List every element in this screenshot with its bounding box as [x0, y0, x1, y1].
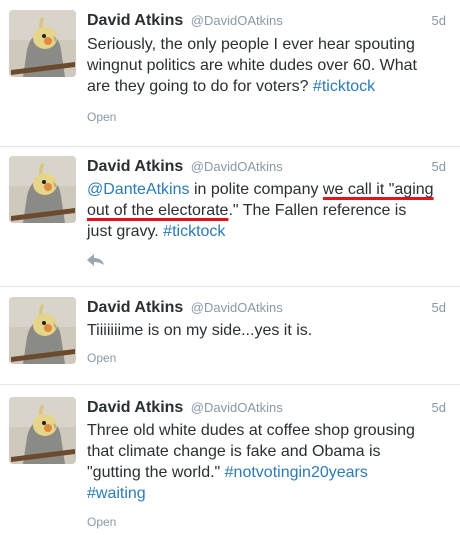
timestamp[interactable]: 5d [432, 159, 446, 174]
text-span: "gutting the world." [87, 464, 225, 481]
tweet[interactable]: David Atkins @DavidOAtkins 5d Seriously,… [0, 0, 460, 146]
tweet-text-line: #waiting [87, 483, 427, 504]
reply-icon[interactable] [87, 254, 105, 266]
username[interactable]: @DavidOAtkins [191, 400, 283, 415]
open-link[interactable]: Open [87, 110, 116, 124]
text-span: in polite company [189, 181, 323, 198]
tweet-header: David Atkins @DavidOAtkins 5d [87, 158, 446, 178]
hashtag-link[interactable]: #notvotingin20years [225, 464, 368, 481]
avatar[interactable] [9, 397, 76, 464]
username[interactable]: @DavidOAtkins [191, 300, 283, 315]
tweet-text: Seriously, the only people I ever hear s… [87, 34, 427, 97]
open-link[interactable]: Open [87, 515, 116, 529]
text-span: Tiiiiiiime is on my side...yes it is. [87, 322, 313, 339]
tweet-text: Three old white dudes at coffee shop gro… [87, 420, 427, 504]
text-span: Three old white dudes at coffee shop gro… [87, 422, 415, 439]
hashtag-link[interactable]: #ticktock [163, 223, 225, 240]
tweet-header: David Atkins @DavidOAtkins 5d [87, 399, 446, 419]
fullname[interactable]: David Atkins [87, 12, 183, 29]
tweet-text-line: wingnut politics are white dudes over 60… [87, 55, 427, 76]
hashtag-link[interactable]: #waiting [87, 485, 146, 502]
mention-link[interactable]: @DanteAtkins [87, 181, 190, 198]
tweet-text: Tiiiiiiime is on my side...yes it is. [87, 320, 427, 341]
cockatiel-avatar-icon [9, 397, 76, 464]
timestamp[interactable]: 5d [432, 300, 446, 315]
timestamp[interactable]: 5d [432, 13, 446, 28]
tweet[interactable]: David Atkins @DavidOAtkins 5d Tiiiiiiime… [0, 286, 460, 384]
text-span: that climate change is fake and Obama is [87, 443, 381, 460]
tweet-text-line: @DanteAtkins in polite company we call i… [87, 179, 434, 200]
tweet-stream: David Atkins @DavidOAtkins 5d Seriously,… [0, 0, 460, 535]
tweet-text-line: Three old white dudes at coffee shop gro… [87, 420, 427, 441]
timestamp[interactable]: 5d [432, 400, 446, 415]
tweet-text-line: Seriously, the only people I ever hear s… [87, 34, 427, 55]
tweet-text-line: "gutting the world." #notvotingin20years [87, 462, 427, 483]
underlined-text: out of the electorate [87, 202, 229, 219]
tweet[interactable]: David Atkins @DavidOAtkins 5d Three old … [0, 384, 460, 535]
cockatiel-avatar-icon [9, 10, 76, 77]
tweet-text-line: out of the electorate." The Fallen refer… [87, 200, 427, 221]
text-span: just gravy. [87, 223, 164, 240]
cockatiel-avatar-icon [9, 297, 76, 364]
fullname[interactable]: David Atkins [87, 299, 183, 316]
username[interactable]: @DavidOAtkins [191, 13, 283, 28]
avatar[interactable] [9, 10, 76, 77]
text-span: ." The Fallen reference is [228, 202, 407, 219]
tweet-text-line: just gravy. #ticktock [87, 221, 427, 242]
text-span: are they going to do for voters? [87, 78, 313, 95]
tweet-text: @DanteAtkins in polite company we call i… [87, 179, 434, 242]
hashtag-link[interactable]: #ticktock [313, 78, 375, 95]
avatar[interactable] [9, 297, 76, 364]
underlined-text: we call it "aging [322, 181, 434, 198]
text-span: wingnut politics are white dudes over 60… [87, 57, 417, 74]
username[interactable]: @DavidOAtkins [191, 159, 283, 174]
fullname[interactable]: David Atkins [87, 399, 183, 416]
open-link[interactable]: Open [87, 351, 116, 365]
tweet-header: David Atkins @DavidOAtkins 5d [87, 299, 446, 319]
tweet-text-line: are they going to do for voters? #tickto… [87, 76, 427, 97]
tweet[interactable]: David Atkins @DavidOAtkins 5d @DanteAtki… [0, 146, 460, 286]
fullname[interactable]: David Atkins [87, 158, 183, 175]
cockatiel-avatar-icon [9, 156, 76, 223]
avatar[interactable] [9, 156, 76, 223]
tweet-text-line: that climate change is fake and Obama is [87, 441, 427, 462]
text-span: Seriously, the only people I ever hear s… [87, 36, 415, 53]
tweet-header: David Atkins @DavidOAtkins 5d [87, 12, 446, 32]
tweet-text-line: Tiiiiiiime is on my side...yes it is. [87, 320, 427, 341]
